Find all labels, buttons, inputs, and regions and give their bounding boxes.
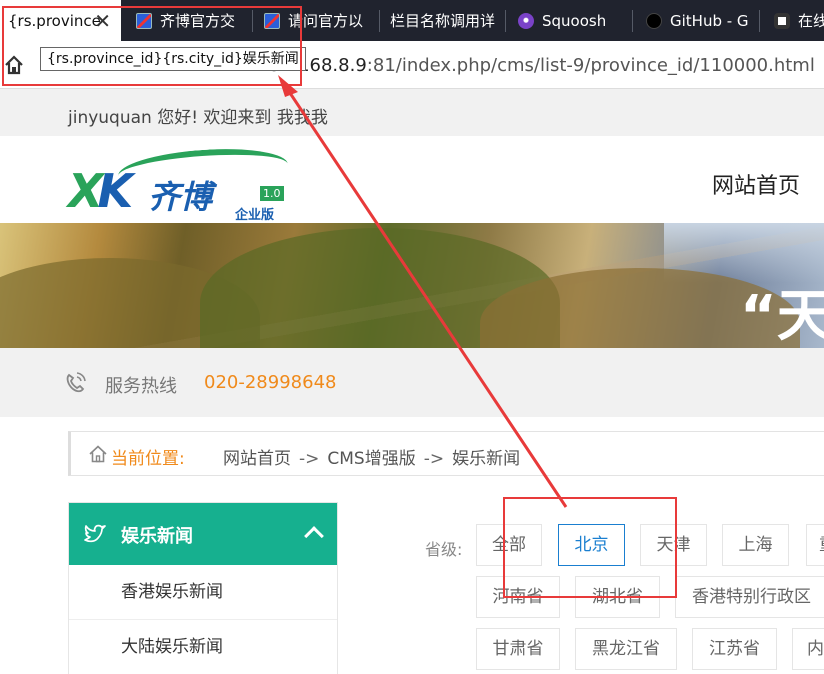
tab-divider [632, 10, 633, 32]
tab-divider [379, 10, 380, 32]
tab-question[interactable]: 请问官方以 [256, 0, 374, 41]
hotline-number: 020-28998648 [204, 372, 337, 393]
close-icon[interactable]: ✕ [94, 9, 111, 33]
tab-qibo-forum[interactable]: 齐博官方交 [128, 0, 246, 41]
tab-divider [505, 10, 506, 32]
province-option-chongqing[interactable]: 重 [806, 524, 824, 566]
tab-tooltip: {rs.province_id}{rs.city_id}娱乐新闻 [40, 47, 306, 71]
tab-label: 在线 [798, 12, 824, 30]
province-option-hongkong[interactable]: 香港特别行政区 [675, 576, 824, 618]
sidebar-title: 娱乐新闻 [121, 526, 193, 547]
province-option-henan[interactable]: 河南省 [476, 576, 560, 618]
tab-squoosh[interactable]: Squoosh [510, 0, 630, 41]
category-sidebar: 娱乐新闻 香港娱乐新闻 大陆娱乐新闻 [68, 502, 338, 674]
breadcrumb: 当前位置: 网站首页 -> CMS增强版 -> 娱乐新闻 [68, 431, 824, 476]
tab-label: Squoosh [542, 11, 607, 30]
logo-brand: 齐博 [148, 178, 213, 216]
tab-divider [759, 10, 760, 32]
twitter-bird-icon [83, 523, 107, 545]
logo-edition: 企业版 [235, 208, 275, 223]
github-icon [646, 12, 662, 29]
sidebar-header[interactable]: 娱乐新闻 [69, 503, 337, 565]
breadcrumb-separator: -> [299, 449, 320, 469]
province-option-jiangsu[interactable]: 江苏省 [692, 628, 777, 670]
tab-current[interactable]: {rs.province ✕ [0, 0, 121, 41]
province-option-all[interactable]: 全部 [476, 524, 542, 566]
banner-slogan: “天 [740, 284, 824, 348]
breadcrumb-item-cms[interactable]: CMS增强版 [327, 449, 415, 469]
tab-column-name[interactable]: 栏目名称调用详 [382, 0, 502, 41]
province-option-beijing[interactable]: 北京 [558, 524, 625, 566]
breadcrumb-items: 网站首页 -> CMS增强版 -> 娱乐新闻 [223, 444, 520, 469]
home-icon[interactable] [4, 55, 24, 75]
province-option-shanghai[interactable]: 上海 [722, 524, 789, 566]
hotline-label: 服务热线 [105, 376, 177, 397]
qibo-favicon-icon [264, 12, 280, 29]
site-topbar: jinyuquan 您好! 欢迎来到 我我我 [0, 89, 824, 136]
province-option-hubei[interactable]: 湖北省 [575, 576, 660, 618]
province-option-gansu[interactable]: 甘肃省 [476, 628, 560, 670]
url-field[interactable]: 192.168.8.9:81/index.php/cms/list-9/prov… [258, 55, 815, 76]
hotline-bar: 服务热线 020-28998648 [0, 348, 824, 417]
province-option-tianjin[interactable]: 天津 [640, 524, 707, 566]
province-option-heilongjiang[interactable]: 黑龙江省 [575, 628, 677, 670]
sidebar-item-mainland[interactable]: 大陆娱乐新闻 [69, 620, 337, 674]
site-logo[interactable]: XK 齐博 1.0 企业版 [68, 144, 290, 223]
logo-mark: XK [68, 164, 133, 218]
province-option-inner-mongolia[interactable]: 内 [792, 628, 824, 670]
nav-home-link[interactable]: 网站首页 [712, 168, 800, 200]
browser-tab-strip: {rs.province ✕ 齐博官方交 请问官方以 栏目名称调用详 Squoo… [0, 0, 824, 41]
app-icon [774, 12, 790, 29]
chevron-up-icon[interactable] [304, 526, 324, 546]
hero-banner: “天 [0, 223, 824, 348]
logo-version: 1.0 [260, 186, 284, 201]
breadcrumb-separator: -> [423, 449, 445, 469]
qibo-favicon-icon [136, 12, 152, 29]
tab-label: GitHub - G [670, 11, 749, 30]
site-header: XK 齐博 1.0 企业版 网站首页 [0, 136, 824, 223]
tab-label: 请问官方以 [288, 12, 364, 30]
tab-label: {rs.province [8, 11, 101, 30]
sidebar-item-hongkong[interactable]: 香港娱乐新闻 [69, 565, 337, 620]
breadcrumb-item-current[interactable]: 娱乐新闻 [452, 449, 520, 469]
home-icon [89, 445, 107, 463]
tab-github[interactable]: GitHub - G [638, 0, 756, 41]
tab-divider [252, 10, 253, 32]
tab-online[interactable]: 在线 [766, 0, 824, 41]
tab-label: 齐博官方交 [160, 12, 236, 30]
tab-label: 栏目名称调用详 [390, 12, 496, 30]
province-filter-label: 省级: [425, 540, 463, 559]
screenshot: { "browser": { "tabs": [ {"label": "{rs.… [0, 0, 824, 674]
welcome-text: jinyuquan 您好! 欢迎来到 我我我 [68, 108, 328, 128]
squoosh-icon [518, 12, 534, 29]
breadcrumb-item-home[interactable]: 网站首页 [223, 449, 291, 469]
phone-icon [64, 372, 86, 394]
breadcrumb-here-label: 当前位置: [111, 449, 185, 469]
url-path: :81/index.php/cms/list-9/province_id/110… [366, 55, 815, 76]
